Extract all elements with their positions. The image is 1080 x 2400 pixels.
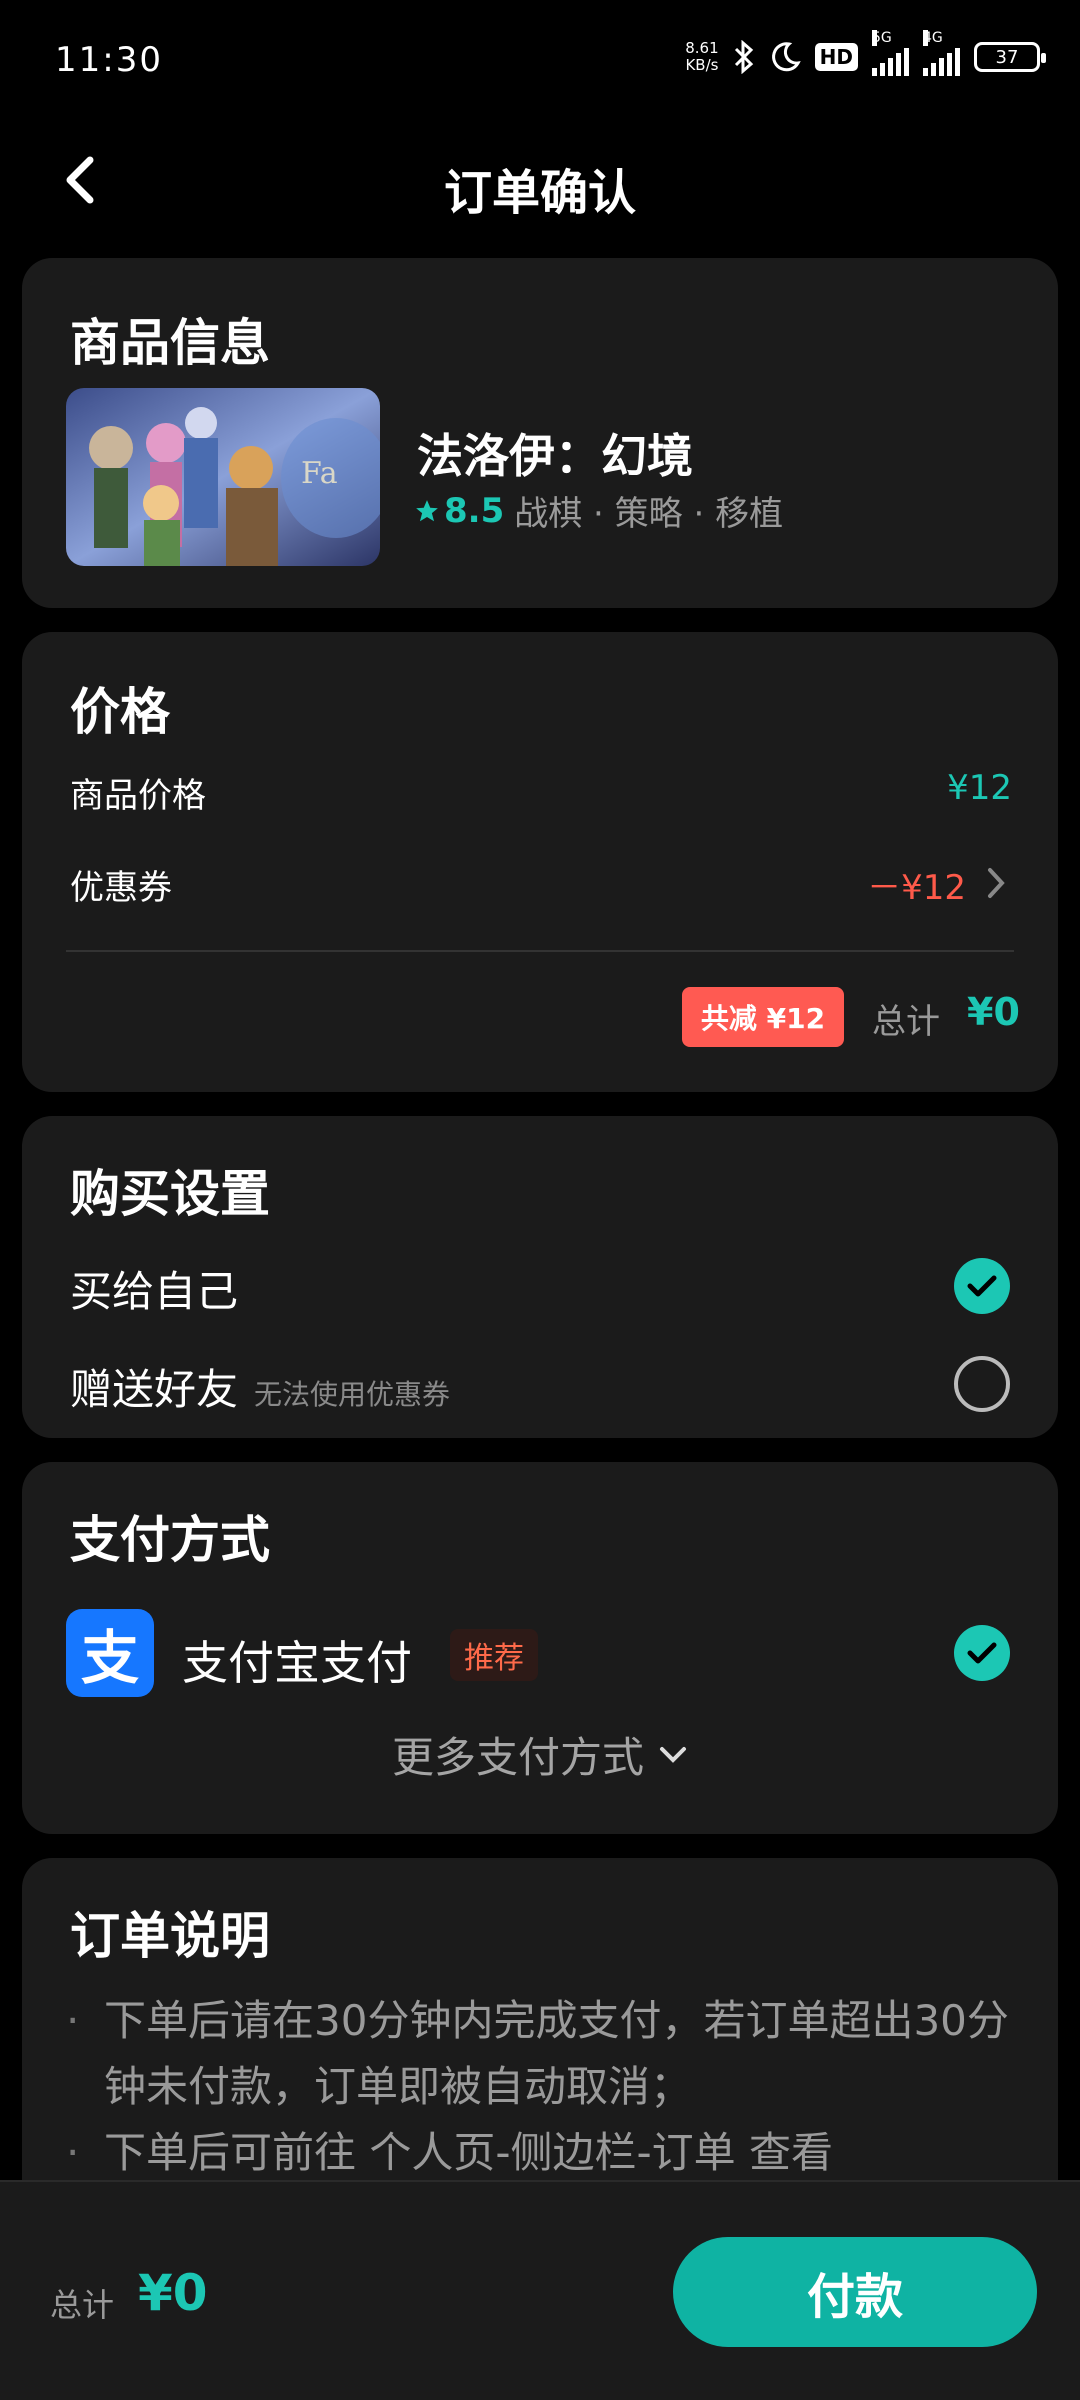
hd-voice-badge: HD xyxy=(814,43,858,71)
game-meta: 8.5 战棋 · 策略 · 移植 xyxy=(414,486,783,535)
signal-5g-icon: 5G xyxy=(872,30,909,76)
item-price-value: ¥12 xyxy=(947,768,1012,808)
notes-list: 下单后请在30分钟内完成支付，若订单超出30分钟未付款，订单即被自动取消； 下单… xyxy=(66,1988,1014,2186)
note-item: 下单后可前往 个人页-侧边栏-订单 查看 xyxy=(66,2120,1014,2186)
more-payment-methods[interactable]: 更多支付方式 xyxy=(22,1724,1058,1785)
divider xyxy=(66,950,1014,952)
network-speed: 8.61 KB/s xyxy=(685,39,719,74)
section-title: 订单说明 xyxy=(70,1907,270,1965)
check-icon xyxy=(967,1642,997,1664)
alipay-icon: 支 xyxy=(66,1609,154,1697)
note-item: 下单后请在30分钟内完成支付，若订单超出30分钟未付款，订单即被自动取消； xyxy=(66,1988,1014,2120)
bluetooth-icon xyxy=(734,40,753,74)
bottom-total-value: ¥0 xyxy=(138,2264,208,2322)
option-buy-for-self[interactable]: 买给自己 xyxy=(22,1246,1058,1326)
discount-badge: 共减 ¥12 xyxy=(682,987,844,1047)
bottom-total-label: 总计 xyxy=(50,2286,115,2324)
chevron-right-icon xyxy=(988,868,1005,898)
bottom-pay-bar: 总计 ¥0 付款 xyxy=(0,2180,1080,2400)
recommend-badge: 推荐 xyxy=(450,1629,538,1681)
alipay-label[interactable]: 支付宝支付 xyxy=(182,1627,412,1693)
moon-icon xyxy=(771,42,801,72)
section-title: 购买设置 xyxy=(70,1165,270,1223)
page-title: 订单确认 xyxy=(443,165,636,221)
svg-text:Fa: Fa xyxy=(301,456,338,491)
payment-method-card: 支付方式 支 支付宝支付 推荐 更多支付方式 xyxy=(22,1462,1058,1834)
radio-selected[interactable] xyxy=(954,1258,1010,1314)
gift-note: 无法使用优惠券 xyxy=(254,1378,451,1411)
status-bar: 11:30 8.61 KB/s HD 5G 4G 37 xyxy=(0,0,1080,125)
coupon-label: 优惠券 xyxy=(70,868,172,908)
status-icons: 8.61 KB/s HD 5G 4G 37 xyxy=(685,30,1046,76)
rating: 8.5 xyxy=(414,491,504,531)
battery-icon: 37 xyxy=(974,42,1046,72)
price-card: 价格 商品价格 ¥12 优惠券 －¥12 共减 ¥12 总计 ¥0 xyxy=(22,632,1058,1092)
section-title: 支付方式 xyxy=(70,1511,270,1569)
item-price-label: 商品价格 xyxy=(70,776,206,816)
section-title: 商品信息 xyxy=(70,314,270,372)
product-info-card: 商品信息 Fa 法洛伊：幻境 8.5 战棋 · 策略 · 移植 xyxy=(22,258,1058,608)
signal-4g-icon: 4G xyxy=(923,30,960,76)
check-icon xyxy=(967,1275,997,1297)
purchase-settings-card: 购买设置 买给自己 赠送好友 无法使用优惠券 xyxy=(22,1116,1058,1438)
coupon-value: －¥12 xyxy=(867,868,966,908)
total-value: ¥0 xyxy=(967,990,1020,1034)
top-nav: 订单确认 xyxy=(0,125,1080,235)
coupon-row[interactable]: 优惠券 －¥12 xyxy=(22,842,1058,912)
game-title: 法洛伊：幻境 xyxy=(417,429,693,483)
option-label: 赠送好友 无法使用优惠券 xyxy=(70,1365,451,1414)
status-time: 11:30 xyxy=(55,40,163,80)
alipay-selected-check[interactable] xyxy=(954,1625,1010,1681)
game-cover-image[interactable]: Fa xyxy=(66,388,380,566)
option-label: 买给自己 xyxy=(70,1267,239,1316)
section-title: 价格 xyxy=(70,683,170,741)
total-label: 总计 xyxy=(872,1002,940,1042)
pay-button[interactable]: 付款 xyxy=(673,2237,1037,2347)
option-gift-friend[interactable]: 赠送好友 无法使用优惠券 xyxy=(22,1344,1058,1424)
chevron-down-icon xyxy=(660,1746,686,1763)
game-tags: 战棋 · 策略 · 移植 xyxy=(514,494,784,534)
star-icon xyxy=(416,499,438,521)
radio-unselected[interactable] xyxy=(954,1356,1010,1412)
